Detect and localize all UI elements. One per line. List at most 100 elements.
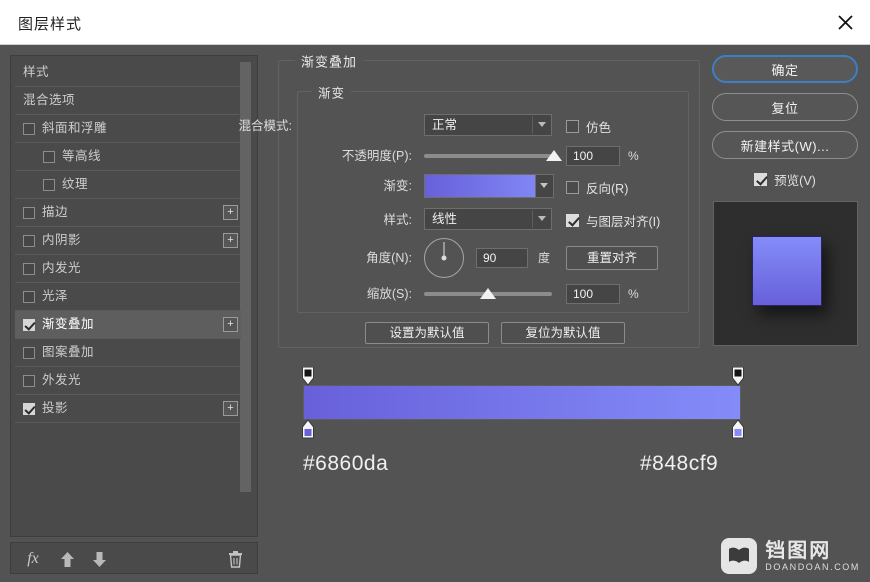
ok-button[interactable]: 确定	[712, 55, 858, 83]
sidebar-item-satin[interactable]: 光泽	[15, 283, 241, 311]
add-effect-icon[interactable]: +	[223, 233, 238, 248]
sidebar-item-checkbox[interactable]	[23, 402, 35, 415]
slider-knob[interactable]	[546, 150, 562, 161]
sidebar-item-checkbox[interactable]	[43, 178, 55, 191]
watermark-cn: 铛图网	[765, 539, 832, 562]
sidebar-item-checkbox[interactable]	[23, 234, 35, 247]
layer-effects-toolbar: fx	[10, 542, 258, 574]
sidebar-item-checkbox[interactable]	[23, 374, 35, 387]
sidebar-item-outer-glow[interactable]: 外发光	[15, 367, 241, 395]
reverse-checkbox[interactable]: 反向(R)	[566, 178, 628, 197]
sidebar-item-label: 投影	[42, 401, 69, 416]
opacity-unit: %	[628, 149, 639, 163]
reset-button[interactable]: 复位	[712, 93, 858, 121]
dialog-action-buttons: 确定 复位 新建样式(W)... 预览(V)	[712, 55, 860, 191]
sidebar-item-label: 内发光	[42, 261, 82, 276]
dither-label: 仿色	[586, 121, 612, 135]
title-bar: 图层样式	[0, 0, 870, 45]
sidebar-item-styles[interactable]: 样式	[15, 59, 241, 87]
preview-checkbox[interactable]: 预览(V)	[712, 167, 858, 191]
scale-slider[interactable]	[424, 284, 552, 304]
sidebar-item-checkbox[interactable]	[23, 122, 35, 135]
angle-label: 角度(N):	[366, 251, 412, 265]
gradient-style-select[interactable]: 线性	[424, 208, 552, 230]
sidebar-item-checkbox[interactable]	[43, 150, 55, 163]
opacity-label: 不透明度(P):	[341, 149, 412, 163]
sidebar-item-texture[interactable]: 纹理	[15, 171, 241, 199]
sidebar-item-label: 内阴影	[42, 233, 82, 248]
opacity-input[interactable]: 100	[566, 146, 620, 166]
gradient-color-stop-right[interactable]	[732, 419, 745, 439]
select-divider	[532, 210, 533, 228]
slider-knob[interactable]	[480, 288, 496, 299]
sidebar-item-checkbox[interactable]	[23, 290, 35, 303]
trash-icon[interactable]	[223, 547, 247, 571]
subgroup-title: 渐变	[312, 82, 352, 102]
sidebar-item-pattern-overlay[interactable]: 图案叠加	[15, 339, 241, 367]
gradient-right-hex-label: #848cf9	[640, 452, 719, 475]
select-divider	[532, 116, 533, 134]
reset-default-button[interactable]: 复位为默认值	[501, 322, 625, 344]
blend-mode-select[interactable]: 正常	[424, 114, 552, 136]
sidebar-item-label: 图案叠加	[42, 345, 95, 360]
add-effect-icon[interactable]: +	[223, 317, 238, 332]
watermark: 铛图网 DOANDOAN.COM	[721, 538, 860, 574]
gradient-preview-bar[interactable]	[302, 366, 744, 439]
arrow-up-icon[interactable]	[55, 547, 79, 571]
checkbox-box	[754, 172, 768, 186]
set-default-button[interactable]: 设置为默认值	[365, 322, 489, 344]
sidebar-item-contour[interactable]: 等高线	[15, 143, 241, 171]
sidebar-item-label: 描边	[42, 205, 69, 220]
gradient-opacity-stop-left[interactable]	[302, 366, 315, 386]
angle-dial[interactable]	[424, 238, 464, 278]
book-logo-icon	[721, 538, 758, 574]
arrow-down-icon[interactable]	[87, 547, 111, 571]
sidebar-item-checkbox[interactable]	[23, 206, 35, 219]
slider-track	[424, 154, 552, 158]
gradient-color-stop-left[interactable]	[302, 419, 315, 439]
fx-icon[interactable]: fx	[21, 547, 45, 571]
sidebar-item-checkbox[interactable]	[23, 318, 35, 331]
sidebar-item-gradient-overlay[interactable]: 渐变叠加 +	[15, 311, 241, 339]
checkbox-box	[566, 120, 579, 133]
sidebar-item-blending-options[interactable]: 混合选项	[15, 87, 241, 115]
sidebar-item-inner-shadow[interactable]: 内阴影 +	[15, 227, 241, 255]
add-effect-icon[interactable]: +	[223, 401, 238, 416]
sidebar-item-label: 外发光	[42, 373, 82, 388]
add-effect-icon[interactable]: +	[223, 205, 238, 220]
reverse-label: 反向(R)	[586, 182, 629, 196]
sidebar-item-checkbox[interactable]	[23, 346, 35, 359]
align-with-layer-checkbox[interactable]: 与图层对齐(I)	[566, 211, 660, 230]
sidebar-item-drop-shadow[interactable]: 投影 +	[15, 395, 241, 423]
gradient-row: 渐变: 反向(R)	[298, 174, 690, 200]
blend-mode-row: 混合模式: 正常 仿色	[239, 114, 690, 138]
sidebar-item-stroke[interactable]: 描边 +	[15, 199, 241, 227]
sidebar-item-label: 纹理	[62, 177, 89, 192]
sidebar-item-label: 光泽	[42, 289, 69, 304]
dialog-title: 图层样式	[18, 16, 83, 33]
opacity-slider[interactable]	[424, 146, 562, 166]
reset-align-button[interactable]: 重置对齐	[566, 246, 658, 270]
gradient-editor	[302, 366, 744, 439]
style-row: 样式: 线性 与图层对齐(I)	[298, 208, 690, 232]
new-style-button-label: 新建样式(W)...	[740, 138, 830, 154]
sidebar-item-label: 样式	[23, 65, 50, 80]
scale-input[interactable]: 100	[566, 284, 620, 304]
scale-row: 缩放(S): 100 %	[298, 282, 690, 306]
gradient-opacity-stop-right[interactable]	[732, 366, 745, 386]
angle-input[interactable]: 90	[476, 248, 528, 268]
close-icon[interactable]	[828, 6, 862, 38]
chevron-down-icon	[538, 216, 546, 221]
sidebar-item-checkbox[interactable]	[23, 262, 35, 275]
dither-checkbox[interactable]: 仿色	[566, 117, 611, 136]
new-style-button[interactable]: 新建样式(W)...	[712, 131, 858, 159]
gradient-label: 渐变:	[383, 179, 412, 193]
gradient-swatch[interactable]	[424, 174, 554, 198]
sidebar-item-label: 斜面和浮雕	[42, 121, 108, 136]
group-title: 渐变叠加	[295, 51, 364, 71]
style-label: 样式:	[383, 213, 412, 227]
sidebar-item-label: 混合选项	[23, 93, 76, 108]
sidebar-item-inner-glow[interactable]: 内发光	[15, 255, 241, 283]
chevron-down-icon	[540, 183, 548, 188]
gradient-overlay-group: 渐变叠加 渐变 混合模式: 正常 仿色 不透明度(P): 100 % 渐变: 反…	[239, 51, 700, 348]
